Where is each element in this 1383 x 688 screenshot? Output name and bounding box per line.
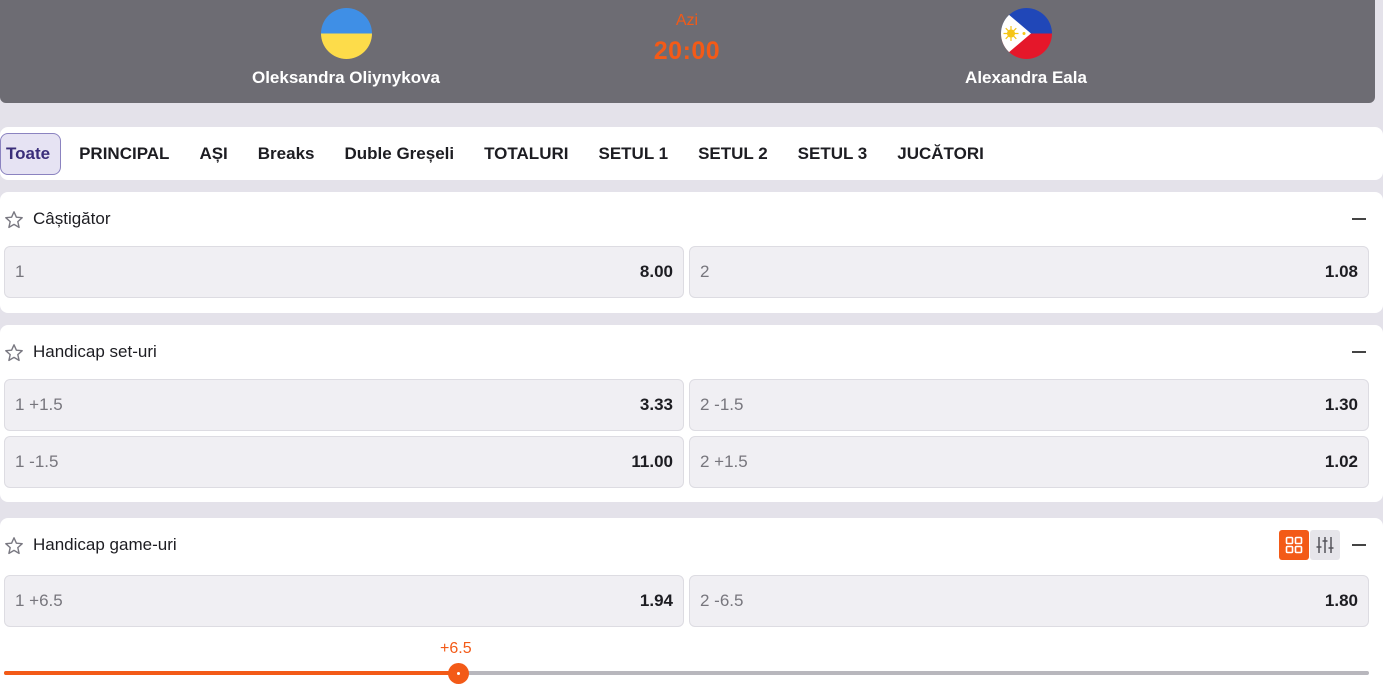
market-tabs: Toate PRINCIPAL AȘI Breaks Duble Greșeli… [0,127,1383,180]
favorite-star-icon[interactable] [4,343,24,363]
odd-label: 1 -1.5 [15,452,59,471]
tab-setul-1[interactable]: SETUL 1 [583,133,683,175]
odd-label: 1 +1.5 [15,395,63,414]
handicap-slider-fill [4,671,459,675]
odd-label: 1 +6.5 [15,591,63,610]
market-handicap-seturi: Handicap set-uri 1 +1.5 3.33 2 -1.5 1.30… [0,325,1383,502]
handicap-slider-track[interactable] [4,671,1369,675]
collapse-icon[interactable] [1352,218,1366,220]
market-title: Handicap set-uri [33,342,157,361]
odd-button[interactable]: 1 8.00 [4,246,684,298]
odd-value: 8.00 [639,262,673,281]
collapse-icon[interactable] [1352,544,1366,546]
tab-totaluri[interactable]: TOTALURI [469,133,583,175]
odd-button[interactable]: 1 -1.5 11.00 [4,436,684,488]
odd-label: 1 [15,262,25,281]
home-team-name: Oleksandra Oliynykova [251,68,441,87]
market-title: Câștigător [33,209,111,228]
tab-breaks[interactable]: Breaks [243,133,330,175]
tab-toate[interactable]: Toate [0,132,62,175]
odd-button[interactable]: 1 +1.5 3.33 [4,379,684,431]
tab-duble-greseli[interactable]: Duble Greșeli [330,133,470,175]
home-team: Oleksandra Oliynykova [196,8,496,88]
match-day: Azi [675,12,699,29]
odd-label: 2 -6.5 [700,591,744,610]
favorite-star-icon[interactable] [4,210,24,230]
market-title: Handicap game-uri [33,535,177,554]
odd-label: 2 +1.5 [700,452,748,471]
slider-view-button[interactable] [1310,530,1340,560]
tab-setul-2[interactable]: SETUL 2 [683,133,783,175]
sliders-icon [1316,537,1334,553]
philippines-flag-icon [1000,8,1052,59]
odd-value: 1.94 [639,591,673,610]
odd-button[interactable]: 1 +6.5 1.94 [4,575,684,627]
odd-value: 1.02 [1324,452,1358,471]
tab-setul-3[interactable]: SETUL 3 [783,133,883,175]
tab-asi[interactable]: AȘI [184,133,242,175]
odd-value: 11.00 [631,452,673,471]
collapse-icon[interactable] [1352,351,1366,353]
odd-value: 1.08 [1324,262,1358,281]
odd-label: 2 [700,262,710,281]
odd-label: 2 -1.5 [700,395,744,414]
tab-principal[interactable]: PRINCIPAL [64,133,184,175]
ukraine-flag-icon [320,8,372,59]
match-header: Oleksandra Oliynykova Azi 20:00 Alexandr… [0,0,1375,103]
market-handicap-gameuri: Handicap game-uri 1 +6.5 1.94 2 -6.5 1.8… [0,518,1383,688]
odd-value: 1.30 [1324,395,1358,414]
grid-view-button[interactable] [1279,530,1309,560]
slider-value-label: +6.5 [440,640,472,657]
tab-jucatori[interactable]: JUCĂTORI [882,133,999,175]
kickoff-info: Azi 20:00 [587,12,787,66]
market-header[interactable]: Câștigător [0,192,1383,246]
grid-icon [1285,536,1303,554]
odd-button[interactable]: 2 -1.5 1.30 [689,379,1369,431]
market-header[interactable]: Handicap set-uri [0,325,1383,379]
market-header[interactable]: Handicap game-uri [0,518,1383,572]
odd-value: 1.80 [1324,591,1358,610]
favorite-star-icon[interactable] [4,536,24,556]
odd-button[interactable]: 2 1.08 [689,246,1369,298]
market-castigator: Câștigător 1 8.00 2 1.08 [0,192,1383,313]
odd-button[interactable]: 2 -6.5 1.80 [689,575,1369,627]
odd-button[interactable]: 2 +1.5 1.02 [689,436,1369,488]
handicap-slider-thumb[interactable] [448,663,470,684]
odd-value: 3.33 [639,395,673,414]
match-time: 20:00 [653,37,721,65]
away-team-name: Alexandra Eala [965,68,1087,87]
away-team: Alexandra Eala [876,8,1176,88]
